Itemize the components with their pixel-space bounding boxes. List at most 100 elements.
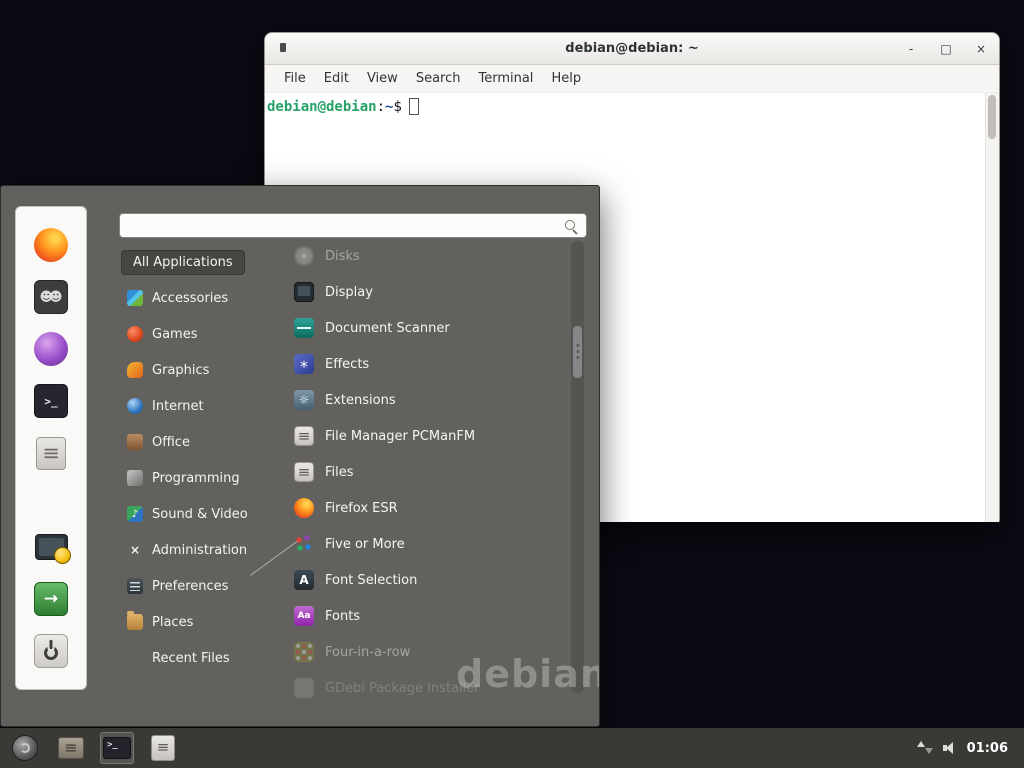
terminal-cursor [409,98,419,115]
category-label: Accessories [152,291,228,306]
terminal-menubar: File Edit View Search Terminal Help [265,65,999,93]
apps-scrollbar[interactable] [571,241,584,693]
menu-logo-icon [12,735,38,761]
terminal-scrollbar-thumb[interactable] [988,95,996,139]
font-selection-icon [294,570,314,590]
menu-search-box [119,213,587,238]
app-item-document-scanner[interactable]: Document Scanner [284,310,568,346]
app-item-display[interactable]: Display [284,274,568,310]
app-item-disks[interactable]: Disks [284,238,568,274]
menu-edit[interactable]: Edit [315,65,358,92]
category-label: Office [152,435,190,450]
pidgin-icon [34,332,68,366]
menu-search[interactable]: Search [407,65,470,92]
display-settings-icon [35,534,68,560]
prompt-colon: : [377,99,385,115]
favorites-panel [15,206,87,690]
system-tray: 01:06 [917,741,1022,756]
volume-icon[interactable] [943,741,957,755]
favorite-logout[interactable] [23,573,79,625]
app-item-fonts[interactable]: Fonts [284,598,568,634]
document-scanner-icon [294,318,314,338]
window-icon [280,43,286,52]
app-item-extensions[interactable]: Extensions [284,382,568,418]
files-icon [294,462,314,482]
category-label: Recent Files [152,651,230,666]
app-label: Display [325,285,373,300]
category-sound-video[interactable]: Sound & Video [119,496,279,532]
accessories-icon [127,290,143,306]
debian-watermark: debian [456,652,600,696]
category-accessories[interactable]: Accessories [119,280,279,316]
internet-icon [127,398,143,414]
category-all-applications[interactable]: All Applications [119,244,279,280]
category-list: All Applications Accessories Games Graph… [119,244,279,676]
extensions-icon [294,390,314,410]
category-internet[interactable]: Internet [119,388,279,424]
files-cabinet-icon [151,735,175,761]
app-item-firefox-esr[interactable]: Firefox ESR [284,490,568,526]
app-label: Extensions [325,393,396,408]
search-input[interactable] [120,214,586,237]
menu-terminal[interactable]: Terminal [469,65,542,92]
taskbar-files-button[interactable] [146,732,180,764]
minimize-button[interactable]: - [905,43,917,55]
menu-help[interactable]: Help [542,65,590,92]
category-games[interactable]: Games [119,316,279,352]
app-item-font-selection[interactable]: Font Selection [284,562,568,598]
terminal-icon [34,384,68,418]
app-label: Document Scanner [325,321,450,336]
category-recent-files[interactable]: Recent Files [119,640,279,676]
app-label: Effects [325,357,369,372]
effects-icon [294,354,314,374]
favorite-shutdown[interactable] [23,625,79,677]
menu-file[interactable]: File [275,65,315,92]
category-label: All Applications [121,250,245,275]
app-item-five-or-more[interactable]: Five or More [284,526,568,562]
app-label: Files [325,465,354,480]
office-icon [127,434,143,450]
close-button[interactable]: × [975,43,987,55]
category-graphics[interactable]: Graphics [119,352,279,388]
terminal-titlebar[interactable]: debian@debian: ~ - □ × [265,33,999,65]
category-label: Preferences [152,579,228,594]
taskbar-terminal-button[interactable] [100,732,134,764]
prompt-user-host: debian@debian [267,99,377,115]
category-programming[interactable]: Programming [119,460,279,496]
terminal-scrollbar[interactable] [985,93,999,522]
file-manager-icon [294,426,314,446]
fonts-icon [294,606,314,626]
apps-scrollbar-thumb[interactable] [573,326,582,378]
display-icon [294,282,314,302]
app-label: File Manager PCManFM [325,429,475,444]
app-item-effects[interactable]: Effects [284,346,568,382]
category-label: Places [152,615,193,630]
window-title: debian@debian: ~ [565,41,698,56]
clock[interactable]: 01:06 [967,741,1012,756]
menu-button[interactable] [8,732,42,764]
app-item-pcmanfm[interactable]: File Manager PCManFM [284,418,568,454]
app-label: Disks [325,249,360,264]
five-or-more-icon [294,534,314,554]
category-places[interactable]: Places [119,604,279,640]
category-label: Administration [152,543,247,558]
search-icon [564,219,579,234]
four-in-a-row-icon [294,642,314,662]
maximize-button[interactable]: □ [940,43,952,55]
favorite-pidgin[interactable] [23,323,79,375]
programming-icon [127,470,143,486]
category-office[interactable]: Office [119,424,279,460]
category-preferences[interactable]: Preferences [119,568,279,604]
favorite-display-settings[interactable] [23,521,79,573]
favorite-firefox[interactable] [23,219,79,271]
network-icon[interactable] [917,741,933,755]
favorite-file-manager[interactable] [23,427,79,479]
menu-view[interactable]: View [358,65,407,92]
favorite-users[interactable] [23,271,79,323]
category-administration[interactable]: Administration [119,532,279,568]
firefox-icon [294,498,314,518]
favorite-terminal[interactable] [23,375,79,427]
app-item-files[interactable]: Files [284,454,568,490]
taskbar-file-manager-button[interactable] [54,732,88,764]
power-icon [34,634,68,668]
